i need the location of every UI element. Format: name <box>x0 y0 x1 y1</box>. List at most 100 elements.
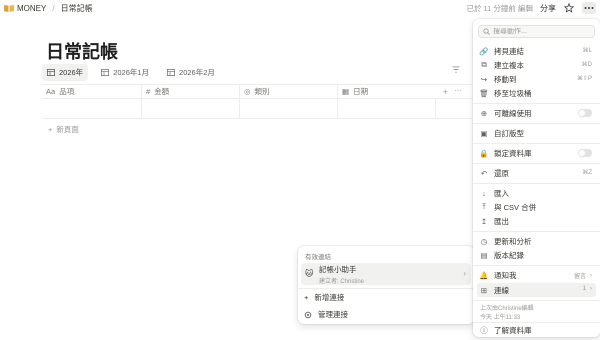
divider <box>473 103 600 104</box>
column-label: 日期 <box>353 87 369 96</box>
column-header-date[interactable]: ▦ 日期 <box>338 85 436 98</box>
link-icon: 🔗 <box>479 46 489 56</box>
column-label: 類別 <box>254 87 270 96</box>
favorite-button[interactable] <box>563 2 575 14</box>
table-icon <box>101 69 110 76</box>
select-type-icon: ◎ <box>244 87 251 96</box>
undo-item[interactable]: ↶ 還原 ⌘Z <box>477 166 596 180</box>
add-connection-label: 新增連接 <box>314 293 345 302</box>
connections-count: 1 <box>582 286 586 292</box>
chevron-right-icon: › <box>463 269 466 278</box>
chevron-right-icon: › <box>590 272 592 279</box>
more-horizontal-icon <box>584 7 594 9</box>
duplicate-icon: ⧉ <box>481 60 487 69</box>
undo-icon: ↶ <box>480 168 488 178</box>
manage-connections-button[interactable]: 管理連接 <box>304 309 348 320</box>
divider <box>473 231 600 232</box>
merge-csv-item[interactable]: ⤒ 與 CSV 合併 <box>477 200 596 214</box>
column-header-amount[interactable]: # 金額 <box>142 85 240 98</box>
import-icon: ↓ <box>482 188 486 198</box>
topbar: MONEY / 日常記帳 已於 11 分鐘前 編輯 分享 <box>0 0 600 16</box>
bot-avatar-icon: 🐱 <box>305 269 314 278</box>
help-circle-icon: ⓘ <box>480 325 488 335</box>
connections-submenu: 有效連結 🐱 記帳小助手 建立者: Christine › + 新增連接 管理連… <box>298 246 474 324</box>
date-type-icon: ▦ <box>342 87 350 96</box>
add-connection-button[interactable]: + 新增連接 <box>304 292 344 303</box>
trash-item[interactable]: 🗑 移至垃圾桶 <box>477 86 596 100</box>
tab-2026-jan[interactable]: 2026年1月 <box>96 64 154 81</box>
move-arrow-icon: ↪ <box>480 74 488 84</box>
move-to-item[interactable]: ↪ 移動到 ⌘⇧P <box>477 72 596 86</box>
new-page-label: 新頁面 <box>56 125 79 134</box>
chevron-right-icon: › <box>590 286 592 292</box>
page-title[interactable]: 日常記帳 <box>46 38 118 64</box>
tab-2026-feb[interactable]: 2026年2月 <box>162 64 220 81</box>
search-icon <box>483 28 490 35</box>
last-edited-time: 今天 上午11:33 <box>480 315 521 321</box>
connection-title: 記帳小助手 <box>319 264 357 274</box>
table-cell[interactable] <box>42 99 142 118</box>
tab-label: 2026年1月 <box>113 68 150 77</box>
table-cell[interactable] <box>142 99 240 118</box>
manage-connections-label: 管理連接 <box>318 310 348 319</box>
tab-label: 2026年 <box>59 68 84 77</box>
download-circle-icon: ⊕ <box>480 108 488 118</box>
star-icon <box>564 3 574 13</box>
more-button[interactable] <box>582 2 596 14</box>
column-header-category[interactable]: ◎ 類別 <box>240 85 338 98</box>
history-icon: ▤ <box>480 250 488 260</box>
breadcrumb-workspace[interactable]: MONEY <box>17 4 46 13</box>
version-history-item[interactable]: ▤ 版本紀錄 <box>477 248 596 262</box>
lock-database-item[interactable]: 🔒 鎖定資料庫 <box>477 146 596 160</box>
new-page-button[interactable]: + 新頁面 <box>48 124 79 135</box>
divider <box>473 183 600 184</box>
table-cell[interactable] <box>338 99 436 118</box>
bell-icon: 🔔 <box>479 270 489 280</box>
view-tabs: 2026年 2026年1月 2026年2月 <box>42 64 220 81</box>
last-edited-text: 已於 11 分鐘前 編輯 <box>466 3 533 13</box>
plus-icon: + <box>304 293 309 302</box>
book-icon <box>4 5 14 12</box>
learn-database-item[interactable]: ⓘ 了解資料庫 <box>477 323 596 337</box>
offline-toggle[interactable] <box>578 109 592 117</box>
column-label: 品項 <box>59 87 75 96</box>
plus-icon: + <box>48 125 53 134</box>
divider <box>473 123 600 124</box>
number-type-icon: # <box>146 87 151 96</box>
gear-icon <box>304 311 312 318</box>
table-header: Aa 品項 # 金額 ◎ 類別 ▦ 日期 + ··· <box>42 84 472 99</box>
lock-toggle[interactable] <box>578 149 592 157</box>
divider <box>473 265 600 266</box>
filter-icon[interactable] <box>452 66 460 73</box>
copy-link-item[interactable]: 🔗 拷貝連結 ⌘L <box>477 44 596 58</box>
table-icon <box>47 69 55 76</box>
column-header-item[interactable]: Aa 品項 <box>42 85 142 98</box>
breadcrumb: MONEY / 日常記帳 <box>0 3 93 14</box>
connections-item[interactable]: ⊞ 連線 1 › <box>477 283 596 297</box>
more-options-icon[interactable]: ··· <box>454 86 462 95</box>
menu-search-box[interactable] <box>478 25 595 38</box>
table-row[interactable] <box>42 99 472 119</box>
notify-item[interactable]: 🔔 通知我 留言 › <box>477 268 596 282</box>
last-edited-by: 上次由Christine編輯 <box>480 306 534 312</box>
add-column-icon[interactable]: + <box>443 87 448 97</box>
offline-item[interactable]: ⊕ 可離線使用 <box>477 106 596 120</box>
divider <box>473 300 600 301</box>
import-item[interactable]: ↓ 匯入 <box>477 186 596 200</box>
updates-analytics-item[interactable]: ◷ 更新和分析 <box>477 234 596 248</box>
tab-2026[interactable]: 2026年 <box>42 64 89 81</box>
table-cell[interactable] <box>240 99 338 118</box>
connection-item[interactable]: 🐱 記帳小助手 建立者: Christine › <box>301 263 471 285</box>
tab-label: 2026年2月 <box>179 68 215 77</box>
export-item[interactable]: ↥ 匯出 <box>477 214 596 228</box>
customize-item[interactable]: ▣ 自訂版型 <box>477 126 596 140</box>
divider <box>473 143 600 144</box>
table-icon <box>167 69 176 76</box>
grid-icon: ⊞ <box>480 285 488 295</box>
share-button[interactable]: 分享 <box>540 3 556 14</box>
breadcrumb-page[interactable]: 日常記帳 <box>61 3 93 14</box>
duplicate-item[interactable]: ⧉ 建立複本 ⌘D <box>477 58 596 72</box>
submenu-header: 有效連結 <box>305 254 331 261</box>
menu-search-input[interactable] <box>493 28 593 35</box>
breadcrumb-separator: / <box>52 3 55 13</box>
